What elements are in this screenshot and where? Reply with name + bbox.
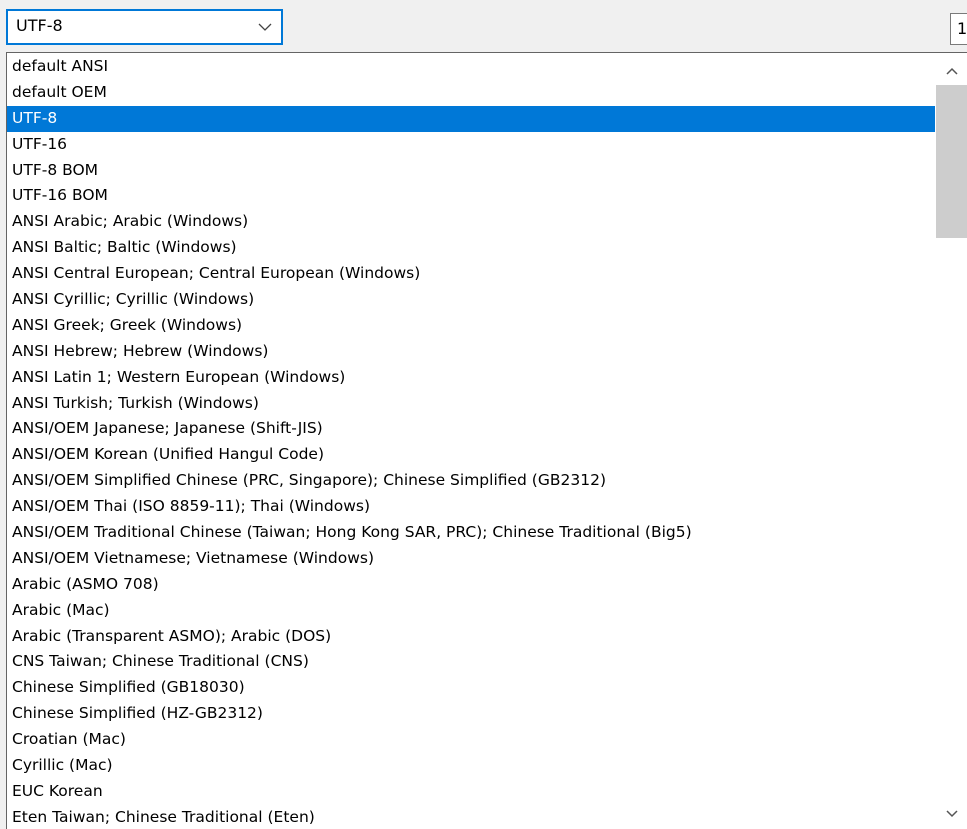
encoding-option[interactable]: Cyrillic (Mac) (7, 753, 935, 779)
encoding-option[interactable]: Chinese Simplified (GB18030) (7, 675, 935, 701)
encoding-option[interactable]: ANSI/OEM Simplified Chinese (PRC, Singap… (7, 468, 935, 494)
encoding-option[interactable]: UTF-16 (7, 132, 935, 158)
encoding-option[interactable]: ANSI Hebrew; Hebrew (Windows) (7, 339, 935, 365)
encoding-option[interactable]: UTF-8 BOM (7, 158, 935, 184)
encoding-option[interactable]: ANSI Arabic; Arabic (Windows) (7, 209, 935, 235)
encoding-option[interactable]: Arabic (Transparent ASMO); Arabic (DOS) (7, 624, 935, 650)
encoding-option[interactable]: UTF-8 (7, 105, 935, 132)
encoding-option[interactable]: Chinese Simplified (HZ-GB2312) (7, 701, 935, 727)
encoding-options: default ANSI default OEM UTF-8 UTF-16 UTF-8 … (7, 54, 935, 829)
encoding-combobox[interactable]: UTF-8 (6, 9, 283, 45)
encoding-option[interactable]: CNS Taiwan; Chinese Traditional (CNS) (7, 649, 935, 675)
encoding-option[interactable]: ANSI/OEM Japanese; Japanese (Shift-JIS) (7, 416, 935, 442)
chevron-down-icon[interactable] (255, 17, 275, 37)
encoding-option[interactable]: ANSI Latin 1; Western European (Windows) (7, 365, 935, 391)
scroll-thumb[interactable] (936, 85, 967, 238)
encoding-option[interactable]: Eten Taiwan; Chinese Traditional (Eten) (7, 805, 935, 829)
side-field-value: 1 (957, 19, 967, 38)
encoding-option[interactable]: Croatian (Mac) (7, 727, 935, 753)
encoding-option[interactable]: ANSI Turkish; Turkish (Windows) (7, 391, 935, 417)
side-field[interactable]: 1 (950, 13, 967, 45)
scroll-down-button[interactable] (936, 800, 967, 828)
encoding-option[interactable]: ANSI/OEM Thai (ISO 8859-11); Thai (Windo… (7, 494, 935, 520)
encoding-option[interactable]: ANSI/OEM Korean (Unified Hangul Code) (7, 442, 935, 468)
encoding-option[interactable]: default ANSI (7, 54, 935, 80)
encoding-option[interactable]: default OEM (7, 80, 935, 106)
encoding-option[interactable]: Arabic (ASMO 708) (7, 572, 935, 598)
encoding-option[interactable]: Arabic (Mac) (7, 598, 935, 624)
vertical-scrollbar[interactable] (936, 53, 967, 829)
encoding-option[interactable]: ANSI/OEM Traditional Chinese (Taiwan; Ho… (7, 520, 935, 546)
scroll-track[interactable] (936, 85, 967, 801)
encoding-option[interactable]: ANSI Cyrillic; Cyrillic (Windows) (7, 287, 935, 313)
combobox-value: UTF-8 (16, 16, 63, 35)
encoding-option[interactable]: EUC Korean (7, 779, 935, 805)
encoding-option[interactable]: ANSI Baltic; Baltic (Windows) (7, 235, 935, 261)
encoding-option[interactable]: ANSI/OEM Vietnamese; Vietnamese (Windows… (7, 546, 935, 572)
encoding-option[interactable]: ANSI Greek; Greek (Windows) (7, 313, 935, 339)
chevron-up-icon (946, 67, 958, 75)
encoding-option[interactable]: ANSI Central European; Central European … (7, 261, 935, 287)
encoding-picker: UTF-8 1 default ANSI default OEM UTF-8 UTF-… (0, 0, 967, 829)
chevron-down-icon (946, 810, 958, 818)
encoding-option[interactable]: UTF-16 BOM (7, 183, 935, 209)
encoding-dropdown-list[interactable]: default ANSI default OEM UTF-8 UTF-16 UTF-8 … (6, 52, 967, 829)
scroll-up-button[interactable] (936, 57, 967, 85)
